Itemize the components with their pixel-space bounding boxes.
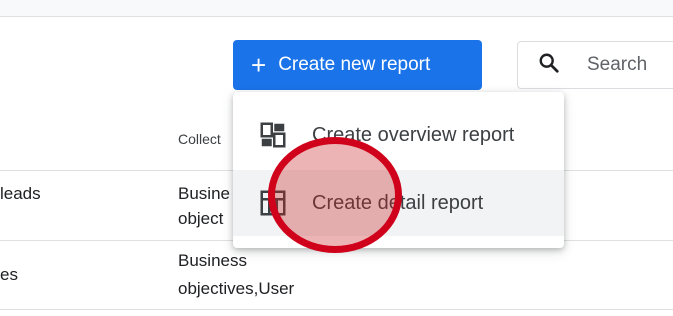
top-bar xyxy=(0,0,673,17)
menu-item-create-overview-report[interactable]: Create overview report xyxy=(233,102,564,168)
create-report-menu: Create overview report Create detail rep… xyxy=(233,92,564,248)
create-new-report-button[interactable]: + Create new report xyxy=(233,40,482,90)
table-row-2-name: es xyxy=(0,265,18,284)
plus-icon: + xyxy=(251,50,267,80)
search-icon xyxy=(538,52,560,79)
table-row-1-collection-line2: object xyxy=(178,209,224,228)
create-new-report-label: Create new report xyxy=(278,54,431,75)
dashboard-icon xyxy=(258,120,288,150)
menu-item-label: Create detail report xyxy=(312,191,484,214)
menu-item-label: Create overview report xyxy=(312,123,515,146)
table-row-2-collection-line2: objectives,User xyxy=(178,279,295,298)
search-input[interactable] xyxy=(585,53,673,77)
search-box[interactable] xyxy=(517,41,673,89)
table-layout-icon xyxy=(258,188,288,218)
table-row-1-collection-line1: Busine xyxy=(178,184,230,203)
row-divider xyxy=(0,309,673,310)
column-header-collection: Collect xyxy=(178,131,221,147)
menu-item-create-detail-report[interactable]: Create detail report xyxy=(233,170,564,236)
table-row-1-name: leads xyxy=(0,184,41,203)
table-row-2-collection-line1: Business xyxy=(178,251,247,270)
